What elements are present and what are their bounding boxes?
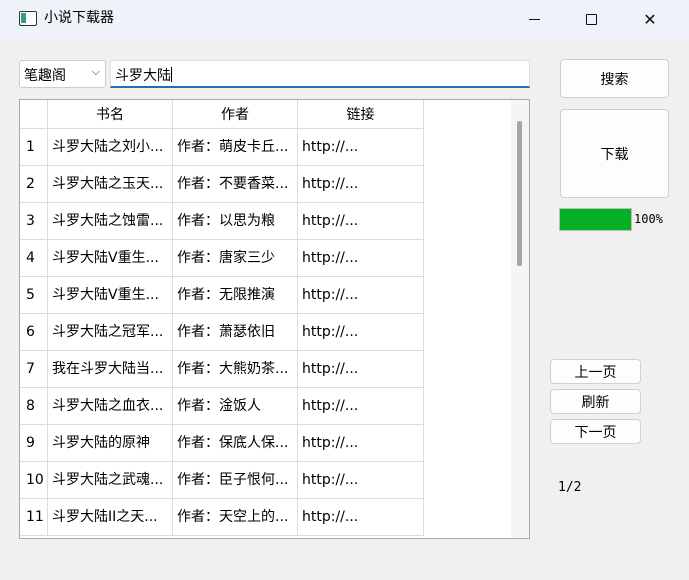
row-number[interactable]: 9 — [20, 425, 48, 462]
table-row[interactable]: 8 斗罗大陆之血衣... 作者：淦饭人 http://... — [20, 388, 424, 425]
table-row[interactable]: 3 斗罗大陆之蚀雷... 作者：以思为粮 http://... — [20, 203, 424, 240]
author-cell[interactable]: 作者：唐家三少 — [173, 240, 298, 277]
author-cell[interactable]: 作者：天空上的... — [173, 499, 298, 536]
search-button[interactable]: 搜索 — [560, 59, 669, 98]
row-number[interactable]: 2 — [20, 166, 48, 203]
row-number[interactable]: 10 — [20, 462, 48, 499]
progress-fill — [560, 209, 631, 230]
source-select-value: 笔趣阁 — [24, 68, 66, 84]
text-caret — [171, 67, 172, 82]
table-row[interactable]: 5 斗罗大陆V重生... 作者：无限推演 http://... — [20, 277, 424, 314]
link-cell[interactable]: http://... — [298, 314, 424, 351]
table-row[interactable]: 11 斗罗大陆II之天... 作者：天空上的... http://... — [20, 499, 424, 536]
column-header-author[interactable]: 作者 — [173, 100, 298, 129]
column-header-name[interactable]: 书名 — [48, 100, 173, 129]
column-header-link[interactable]: 链接 — [298, 100, 424, 129]
book-name-cell[interactable]: 斗罗大陆V重生... — [48, 240, 173, 277]
link-cell[interactable]: http://... — [298, 166, 424, 203]
author-cell[interactable]: 作者：淦饭人 — [173, 388, 298, 425]
link-cell[interactable]: http://... — [298, 240, 424, 277]
link-cell[interactable]: http://... — [298, 388, 424, 425]
page-indicator: 1/2 — [558, 480, 582, 495]
minimize-button[interactable] — [505, 0, 563, 38]
row-number[interactable]: 3 — [20, 203, 48, 240]
row-number[interactable]: 7 — [20, 351, 48, 388]
chevron-down-icon: ⌵ — [91, 65, 100, 78]
app-icon — [19, 11, 37, 26]
title-bar: 小说下载器 ✕ — [0, 0, 689, 38]
row-number[interactable]: 11 — [20, 499, 48, 536]
book-name-cell[interactable]: 斗罗大陆之血衣... — [48, 388, 173, 425]
book-name-cell[interactable]: 斗罗大陆之冠军... — [48, 314, 173, 351]
row-number[interactable]: 5 — [20, 277, 48, 314]
prev-page-button[interactable]: 上一页 — [550, 359, 641, 384]
book-name-cell[interactable]: 斗罗大陆之玉天... — [48, 166, 173, 203]
results-table[interactable]: 书名 作者 链接 1 斗罗大陆之刘小... 作者：萌皮卡丘... http://...… — [19, 99, 530, 539]
maximize-icon — [585, 13, 597, 25]
row-number[interactable]: 4 — [20, 240, 48, 277]
table-row[interactable]: 2 斗罗大陆之玉天... 作者：不要香菜... http://... — [20, 166, 424, 203]
table-row[interactable]: 9 斗罗大陆的原神 作者：保底人保... http://... — [20, 425, 424, 462]
row-number[interactable]: 6 — [20, 314, 48, 351]
book-name-cell[interactable]: 斗罗大陆II之天... — [48, 499, 173, 536]
book-name-cell[interactable]: 斗罗大陆V重生... — [48, 277, 173, 314]
author-cell[interactable]: 作者：大熊奶茶... — [173, 351, 298, 388]
author-cell[interactable]: 作者：以思为粮 — [173, 203, 298, 240]
progress-percent: 100% — [634, 212, 663, 226]
link-cell[interactable]: http://... — [298, 203, 424, 240]
book-name-cell[interactable]: 斗罗大陆之刘小... — [48, 129, 173, 166]
table-row[interactable]: 10 斗罗大陆之武魂... 作者：臣子恨何... http://... — [20, 462, 424, 499]
table-header: 书名 作者 链接 — [20, 100, 424, 129]
minimize-icon — [528, 18, 540, 20]
source-select[interactable]: 笔趣阁 ⌵ — [19, 60, 106, 88]
download-progress-bar — [559, 208, 632, 231]
link-cell[interactable]: http://... — [298, 351, 424, 388]
author-cell[interactable]: 作者：保底人保... — [173, 425, 298, 462]
link-cell[interactable]: http://... — [298, 277, 424, 314]
author-cell[interactable]: 作者：萌皮卡丘... — [173, 129, 298, 166]
table-row[interactable]: 4 斗罗大陆V重生... 作者：唐家三少 http://... — [20, 240, 424, 277]
link-cell[interactable]: http://... — [298, 129, 424, 166]
book-name-cell[interactable]: 斗罗大陆的原神 — [48, 425, 173, 462]
author-cell[interactable]: 作者：臣子恨何... — [173, 462, 298, 499]
table-row[interactable]: 6 斗罗大陆之冠军... 作者：萧瑟依旧 http://... — [20, 314, 424, 351]
book-name-cell[interactable]: 斗罗大陆之武魂... — [48, 462, 173, 499]
scrollbar-thumb[interactable] — [517, 121, 522, 266]
book-name-cell[interactable]: 我在斗罗大陆当... — [48, 351, 173, 388]
next-page-button[interactable]: 下一页 — [550, 419, 641, 444]
table-row[interactable]: 1 斗罗大陆之刘小... 作者：萌皮卡丘... http://... — [20, 129, 424, 166]
maximize-button[interactable] — [562, 0, 620, 38]
search-input-value: 斗罗大陆 — [115, 68, 171, 84]
table-row[interactable]: 7 我在斗罗大陆当... 作者：大熊奶茶... http://... — [20, 351, 424, 388]
book-name-cell[interactable]: 斗罗大陆之蚀雷... — [48, 203, 173, 240]
window-title: 小说下载器 — [44, 10, 114, 26]
vertical-scrollbar[interactable] — [511, 100, 529, 538]
author-cell[interactable]: 作者：无限推演 — [173, 277, 298, 314]
row-number[interactable]: 8 — [20, 388, 48, 425]
author-cell[interactable]: 作者：不要香菜... — [173, 166, 298, 203]
row-number[interactable]: 1 — [20, 129, 48, 166]
refresh-button[interactable]: 刷新 — [550, 389, 641, 414]
corner-header — [20, 100, 48, 129]
close-button[interactable]: ✕ — [621, 0, 679, 38]
link-cell[interactable]: http://... — [298, 462, 424, 499]
close-icon: ✕ — [643, 9, 657, 29]
author-cell[interactable]: 作者：萧瑟依旧 — [173, 314, 298, 351]
search-input[interactable]: 斗罗大陆 — [110, 60, 530, 88]
link-cell[interactable]: http://... — [298, 425, 424, 462]
link-cell[interactable]: http://... — [298, 499, 424, 536]
download-button[interactable]: 下载 — [560, 109, 669, 198]
